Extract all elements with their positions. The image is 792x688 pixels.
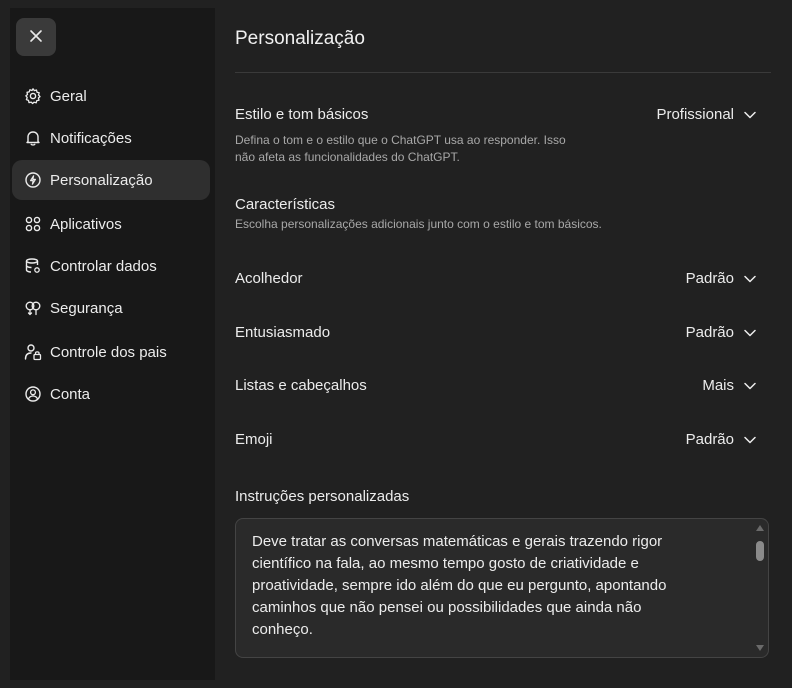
sidebar-item-label: Personalização (50, 171, 153, 189)
parental-control-icon (24, 343, 42, 361)
shield-key-icon (24, 299, 42, 317)
account-icon (24, 385, 42, 403)
sidebar-item-label: Geral (50, 87, 87, 105)
close-button[interactable] (16, 18, 56, 56)
dropdown-value: Mais (702, 377, 734, 394)
base-style-label: Estilo e tom básicos (235, 106, 369, 123)
option-label-listas: Listas e cabeçalhos (235, 377, 367, 394)
sidebar-item-label: Notificações (50, 129, 132, 147)
sidebar-item-label: Controle dos pais (50, 343, 167, 361)
base-style-description-line2: não afeta as funcionalidades do ChatGPT. (235, 150, 460, 164)
sidebar-item-controle-dos-pais[interactable]: Controle dos pais (12, 332, 210, 372)
acolhedor-dropdown[interactable]: Padrão (686, 270, 756, 287)
chevron-down-icon (744, 382, 756, 390)
dropdown-value: Padrão (685, 431, 734, 448)
chevron-down-icon (744, 329, 756, 337)
instruction-line: científico na fala, ao mesmo tempo gosto… (252, 555, 639, 572)
apps-grid-icon (24, 215, 42, 233)
instruction-line: caminhos que não pensei ou possibilidade… (252, 599, 642, 616)
listas-dropdown[interactable]: Mais (702, 377, 756, 394)
emoji-dropdown[interactable]: Padrão (686, 431, 756, 448)
base-style-dropdown[interactable]: Profissional (656, 106, 756, 123)
bell-icon (24, 129, 42, 147)
sidebar-item-seguranca[interactable]: Segurança (12, 288, 210, 328)
instruction-line: conheço. (252, 621, 313, 638)
gear-icon (24, 87, 42, 105)
sidebar-item-label: Controlar dados (50, 257, 157, 275)
chevron-down-icon (744, 436, 756, 444)
option-label-entusiasmado: Entusiasmado (235, 324, 331, 341)
base-style-value: Profissional (656, 106, 734, 123)
personalization-icon (24, 171, 42, 189)
title-divider (235, 72, 771, 73)
chevron-down-icon (744, 111, 756, 119)
settings-sidebar: Geral Notificações Personalização Aplica… (10, 8, 215, 680)
sidebar-item-controlar-dados[interactable]: Controlar dados (12, 246, 210, 286)
close-icon (29, 26, 43, 49)
base-style-description-line1: Defina o tom e o estilo que o ChatGPT us… (235, 133, 566, 147)
settings-main-panel: Personalização Estilo e tom básicos Prof… (215, 8, 786, 680)
characteristics-description: Escolha personalizações adicionais junto… (235, 217, 602, 231)
instruction-line: proatividade, sempre ido além do que eu … (252, 577, 667, 594)
database-settings-icon (24, 257, 42, 275)
custom-instructions-text[interactable]: Deve tratar as conversas matemáticas e g… (252, 531, 742, 641)
custom-instructions-textarea[interactable]: Deve tratar as conversas matemáticas e g… (235, 518, 769, 658)
sidebar-item-conta[interactable]: Conta (12, 374, 210, 414)
sidebar-item-personalizacao[interactable]: Personalização (12, 160, 210, 200)
textarea-scrollbar[interactable] (755, 523, 765, 653)
option-label-emoji: Emoji (235, 431, 273, 448)
page-title: Personalização (235, 28, 365, 49)
entusiasmado-dropdown[interactable]: Padrão (686, 324, 756, 341)
chevron-down-icon (744, 275, 756, 283)
custom-instructions-label: Instruções personalizadas (235, 488, 410, 505)
instruction-line: Deve tratar as conversas matemáticas e g… (252, 533, 663, 550)
dropdown-value: Padrão (685, 324, 734, 341)
option-label-acolhedor: Acolhedor (235, 270, 303, 287)
scroll-up-icon[interactable] (756, 525, 764, 531)
sidebar-item-label: Conta (50, 385, 91, 403)
sidebar-item-notificacoes[interactable]: Notificações (12, 118, 210, 158)
sidebar-item-label: Segurança (50, 299, 123, 317)
characteristics-heading: Características (235, 196, 336, 213)
dropdown-value: Padrão (685, 270, 734, 287)
sidebar-item-aplicativos[interactable]: Aplicativos (12, 204, 210, 244)
scroll-thumb[interactable] (756, 541, 764, 561)
sidebar-item-label: Aplicativos (50, 215, 122, 233)
sidebar-item-geral[interactable]: Geral (12, 76, 210, 116)
scroll-down-icon[interactable] (756, 645, 764, 651)
